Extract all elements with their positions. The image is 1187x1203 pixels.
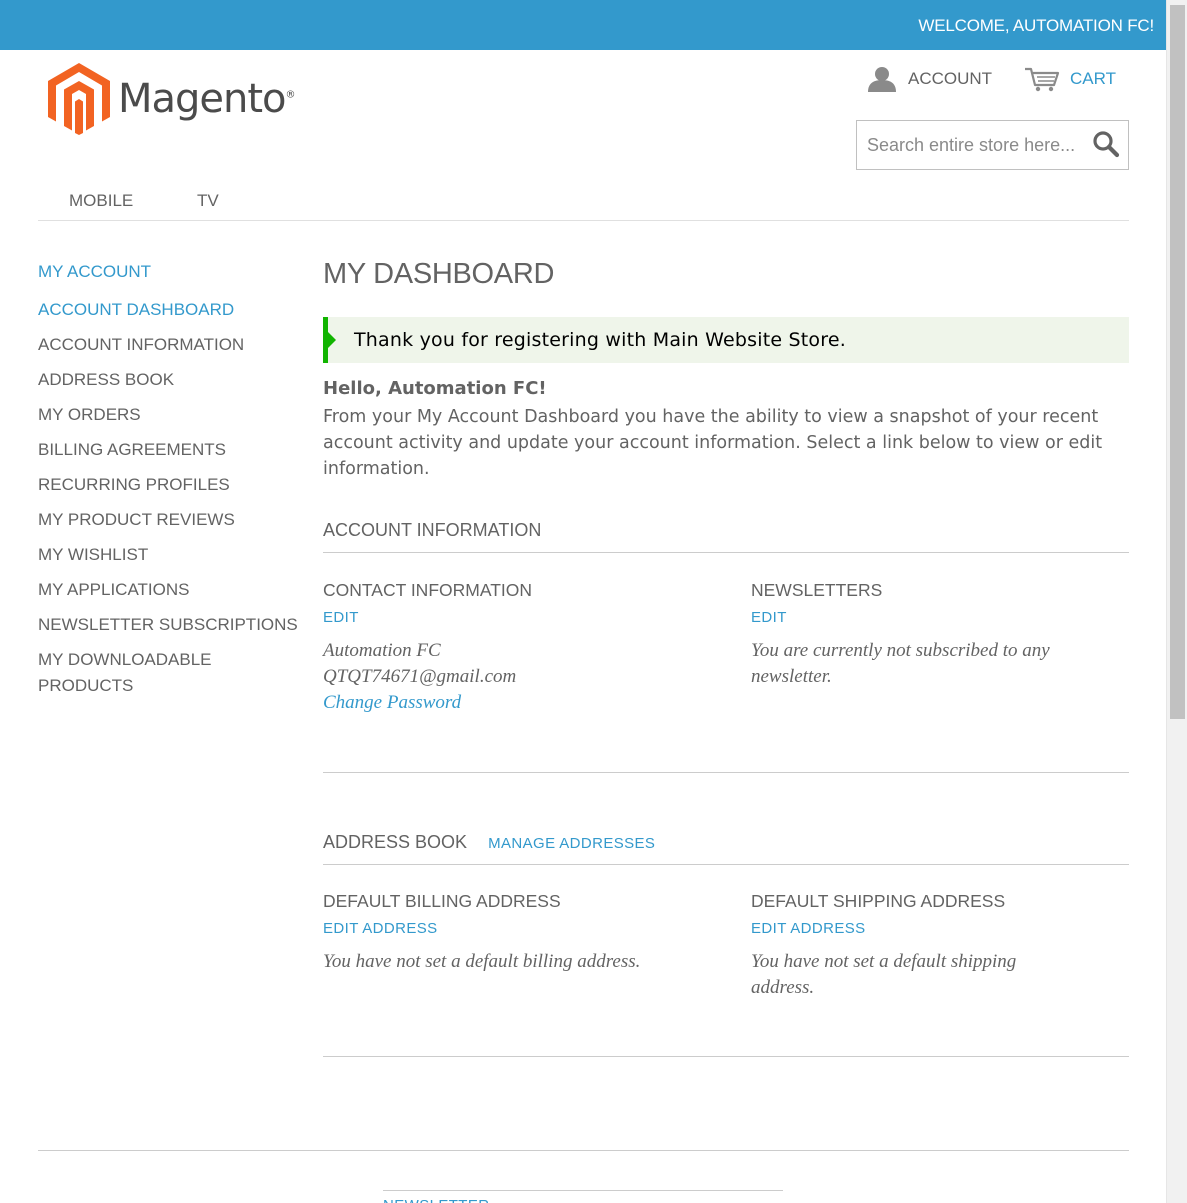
store-logo[interactable]: Magento® <box>48 63 298 135</box>
search-icon <box>1093 131 1120 158</box>
magento-logo-icon <box>48 63 110 135</box>
customer-name: Automation FC <box>323 640 441 661</box>
address-book-title: ADDRESS BOOK <box>323 832 468 852</box>
section-divider <box>323 1056 1129 1057</box>
sidebar-item-my-orders[interactable]: MY ORDERS <box>38 402 308 428</box>
welcome-bar: WELCOME, AUTOMATION FC! <box>0 0 1166 50</box>
page-scrollbar[interactable] <box>1166 0 1187 1203</box>
sidebar-item-account-dashboard[interactable]: ACCOUNT DASHBOARD <box>38 297 308 323</box>
change-password-link[interactable]: Change Password <box>323 690 703 716</box>
account-link[interactable]: ACCOUNT <box>866 66 992 92</box>
default-shipping-box: DEFAULT SHIPPING ADDRESS EDIT ADDRESS Yo… <box>751 891 1131 1001</box>
search-input[interactable] <box>857 121 1082 169</box>
nav-item-tv[interactable]: TV <box>197 191 219 211</box>
dashboard-content: MY DASHBOARD Thank you for registering w… <box>323 258 1129 1057</box>
account-information-title: ACCOUNT INFORMATION <box>323 520 542 540</box>
dashboard-intro: From your My Account Dashboard you have … <box>323 407 1103 479</box>
nav-item-mobile[interactable]: MOBILE <box>69 191 133 211</box>
shipping-address-text: You have not set a default shipping addr… <box>751 951 1017 998</box>
sidebar-title: MY ACCOUNT <box>38 262 152 281</box>
footer-divider <box>38 1150 1129 1151</box>
user-icon <box>868 67 896 92</box>
contact-information-box: CONTACT INFORMATION EDIT Automation FC Q… <box>323 580 703 716</box>
default-billing-box: DEFAULT BILLING ADDRESS EDIT ADDRESS You… <box>323 891 703 975</box>
billing-address-text: You have not set a default billing addre… <box>323 951 641 972</box>
page-title: MY DASHBOARD <box>323 258 555 290</box>
greeting: Hello, Automation FC! <box>323 378 547 399</box>
newsletters-title: NEWSLETTERS <box>751 580 883 600</box>
success-indicator-icon <box>328 332 336 348</box>
account-information-heading: ACCOUNT INFORMATION <box>323 520 1129 553</box>
default-billing-title: DEFAULT BILLING ADDRESS <box>323 891 561 911</box>
logo-wordmark: Magento® <box>118 76 296 122</box>
search-form <box>856 120 1129 170</box>
footer-newsletter-heading: NEWSLETTER <box>383 1190 783 1203</box>
main-navigation: MOBILE TV <box>38 180 1129 221</box>
customer-email: QTQT74671@gmail.com <box>323 666 517 687</box>
manage-addresses-link[interactable]: MANAGE ADDRESSES <box>488 835 655 852</box>
sidebar-item-billing-agreements[interactable]: BILLING AGREEMENTS <box>38 437 308 463</box>
billing-edit-address-link[interactable]: EDIT ADDRESS <box>323 920 703 937</box>
default-shipping-title: DEFAULT SHIPPING ADDRESS <box>751 891 1006 911</box>
welcome-message: WELCOME, AUTOMATION FC! <box>918 16 1154 35</box>
account-sidebar: MY ACCOUNT ACCOUNT DASHBOARD ACCOUNT INF… <box>38 262 308 708</box>
sidebar-item-account-information[interactable]: ACCOUNT INFORMATION <box>38 332 308 358</box>
newsletters-box: NEWSLETTERS EDIT You are currently not s… <box>751 580 1131 690</box>
sidebar-item-applications[interactable]: MY APPLICATIONS <box>38 577 308 603</box>
sidebar-item-newsletter-subscriptions[interactable]: NEWSLETTER SUBSCRIPTIONS <box>38 612 308 638</box>
sidebar-item-recurring-profiles[interactable]: RECURRING PROFILES <box>38 472 308 498</box>
account-label: ACCOUNT <box>908 69 993 88</box>
cart-icon <box>1025 67 1060 92</box>
section-divider <box>323 772 1129 773</box>
sidebar-item-wishlist[interactable]: MY WISHLIST <box>38 542 308 568</box>
contact-details: Automation FC QTQT74671@gmail.com Change… <box>323 638 703 716</box>
sidebar-item-address-book[interactable]: ADDRESS BOOK <box>38 367 308 393</box>
success-message-text: Thank you for registering with Main Webs… <box>354 329 846 351</box>
cart-link[interactable]: CART <box>1024 66 1116 92</box>
search-button[interactable] <box>1090 130 1122 160</box>
success-message: Thank you for registering with Main Webs… <box>323 317 1129 363</box>
contact-information-title: CONTACT INFORMATION <box>323 580 533 600</box>
scrollbar-thumb[interactable] <box>1170 5 1185 719</box>
contact-edit-link[interactable]: EDIT <box>323 609 703 626</box>
shipping-edit-address-link[interactable]: EDIT ADDRESS <box>751 920 1131 937</box>
address-book-heading: ADDRESS BOOK MANAGE ADDRESSES <box>323 832 1129 865</box>
sidebar-item-downloadable-products[interactable]: MY DOWNLOADABLE PRODUCTS <box>38 647 238 699</box>
sidebar-item-product-reviews[interactable]: MY PRODUCT REVIEWS <box>38 507 308 533</box>
cart-label: CART <box>1070 69 1116 88</box>
newsletters-edit-link[interactable]: EDIT <box>751 609 1131 626</box>
newsletters-status: You are currently not subscribed to any … <box>751 640 1050 687</box>
